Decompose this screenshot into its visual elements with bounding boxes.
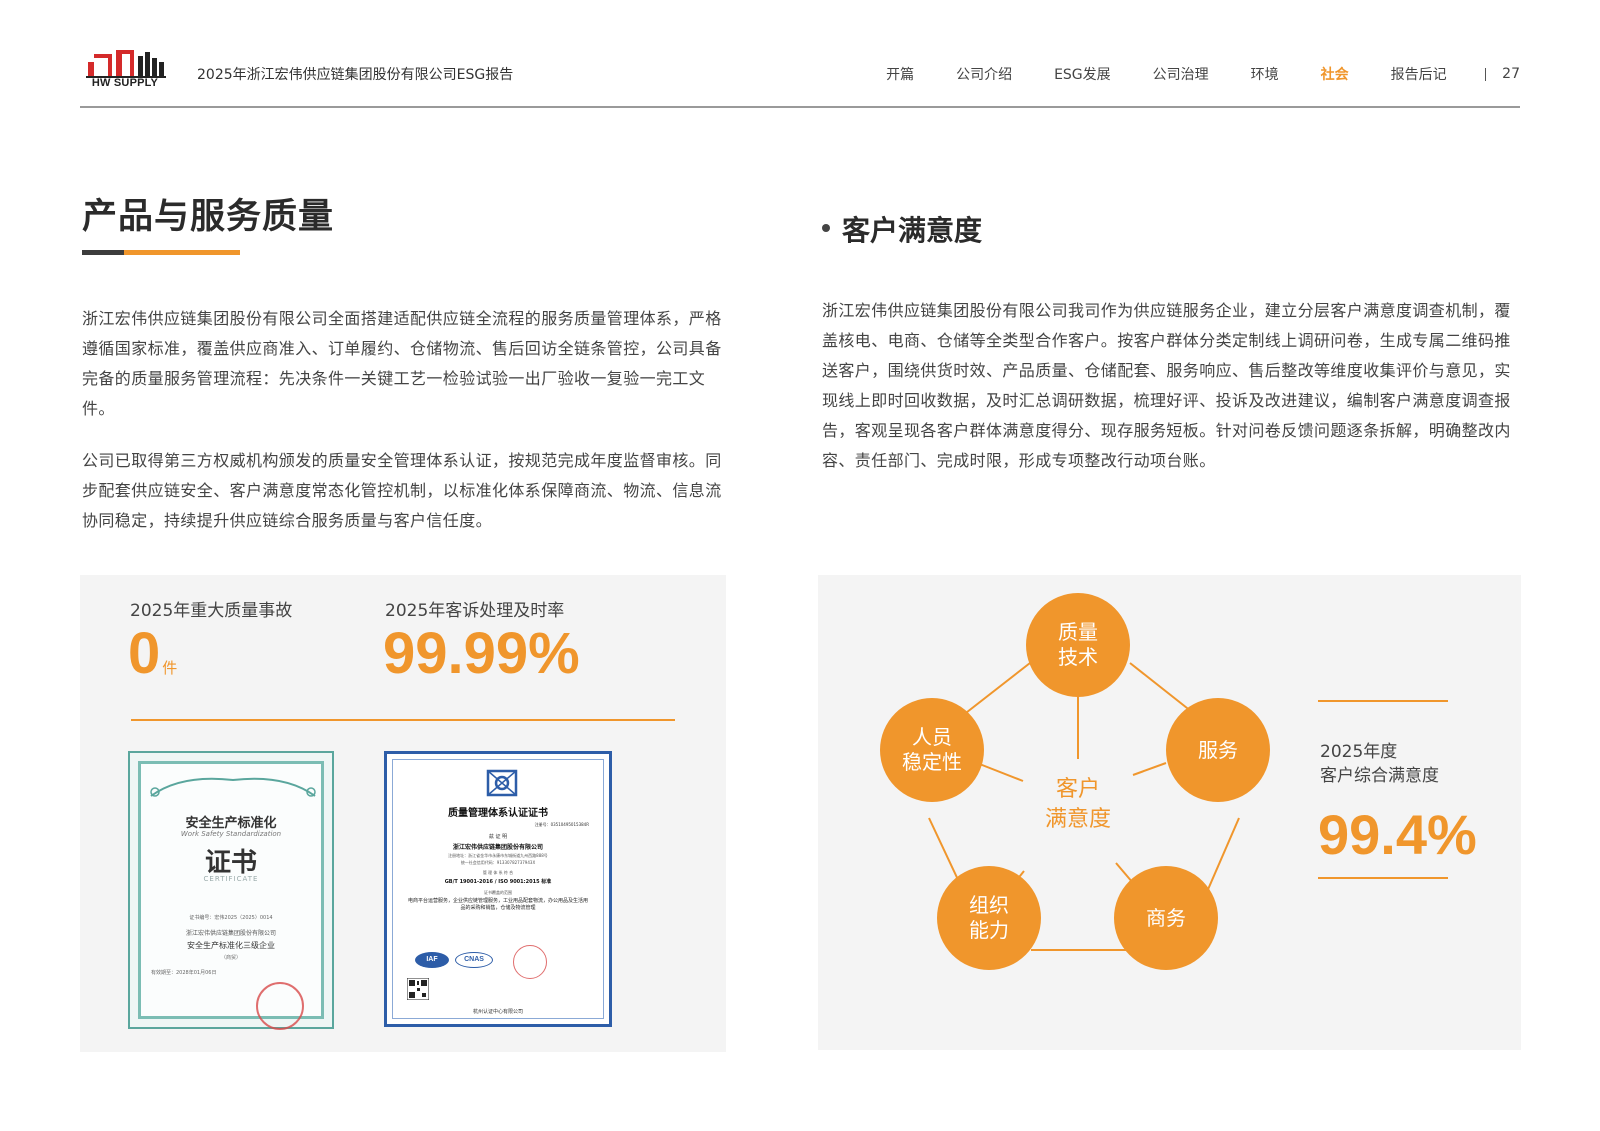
cert-a-ornament-icon bbox=[150, 777, 316, 797]
satisfaction-paragraph: 浙江宏伟供应链集团股份有限公司我司作为供应链服务企业，建立分层客户满意度调查机制… bbox=[822, 301, 1511, 470]
cert-b-scope: 电商平台运营服务，企业供应链管理服务，工业用品配套物流，办公用品及生活用品的采购… bbox=[407, 898, 588, 911]
nav-item-opening[interactable]: 开篇 bbox=[886, 64, 914, 84]
cert-a-scope: （商贸） bbox=[220, 955, 241, 961]
accident-value-group: 0件 bbox=[128, 625, 177, 683]
cert-b-seal-icon bbox=[513, 945, 547, 979]
cert-b-frame: 质量管理体系认证证书 注册号：03510495015384R 兹 证 明 浙江宏… bbox=[392, 759, 604, 1019]
nav-item-governance[interactable]: 公司治理 bbox=[1153, 64, 1209, 84]
cert-a-title: 安全生产标准化 bbox=[185, 816, 277, 831]
cert-b-address: 注册地址：浙江省金华市永康市东城街道九州西路888号 bbox=[448, 853, 548, 858]
satisfaction-rule-bottom bbox=[1318, 877, 1448, 879]
nav-item-afterword[interactable]: 报告后记 bbox=[1391, 64, 1447, 84]
nav-item-company-intro[interactable]: 公司介绍 bbox=[956, 64, 1012, 84]
complaint-value: 99.99% bbox=[383, 621, 580, 686]
quality-paragraph-1: 浙江宏伟供应链集团股份有限公司全面搭建适配供应链全流程的服务质量管理体系，严格遵… bbox=[82, 309, 722, 418]
accident-unit: 件 bbox=[162, 660, 178, 677]
satisfaction-label-year: 2025年度 bbox=[1320, 742, 1398, 762]
node-staff-line2: 稳定性 bbox=[902, 750, 962, 774]
center-label-line2: 满意度 bbox=[1044, 807, 1111, 832]
nav-item-esg-development[interactable]: ESG发展 bbox=[1054, 64, 1111, 84]
cert-a-en: CERTIFICATE bbox=[203, 875, 259, 883]
iaf-badge: IAF bbox=[415, 952, 449, 968]
node-org-line2: 能力 bbox=[969, 918, 1009, 942]
cert-b-company: 浙江宏伟供应链集团股份有限公司 bbox=[452, 844, 543, 851]
logo-text: HW SUPPLY bbox=[91, 77, 159, 89]
cert-b-std-lead: 管 理 体 系 符 合 bbox=[482, 870, 514, 875]
node-staff-stability: 人员 稳定性 bbox=[880, 698, 984, 802]
satisfaction-value: 99.4% bbox=[1318, 803, 1477, 866]
logo-buildings-icon bbox=[86, 50, 166, 78]
nav-divider bbox=[1484, 67, 1487, 81]
satisfaction-rule-top bbox=[1318, 700, 1448, 702]
cert-a-heading: 证书 bbox=[204, 848, 257, 878]
satisfaction-subtitle: 客户满意度 bbox=[842, 214, 983, 247]
cert-b-lead: 兹 证 明 bbox=[488, 834, 508, 840]
node-staff-line1: 人员 bbox=[912, 725, 952, 749]
satisfaction-label-text: 客户综合满意度 bbox=[1320, 766, 1439, 786]
top-nav: 开篇 公司介绍 ESG发展 公司治理 环境 社会 报告后记 27 bbox=[844, 64, 1520, 84]
cert-b-scope-title: 证书覆盖的范围 bbox=[484, 890, 512, 895]
cert-b-title: 质量管理体系认证证书 bbox=[448, 808, 548, 819]
cert-b-credit-code: 统一社会信用代码：91330782737943X bbox=[460, 860, 536, 865]
cert-b-emblem-icon bbox=[486, 769, 518, 797]
cert-b-issuer: 杭州认证中心有限公司 bbox=[472, 1009, 523, 1015]
node-service: 服务 bbox=[1166, 698, 1270, 802]
nav-item-social[interactable]: 社会 bbox=[1321, 64, 1349, 84]
quality-management-certificate: 质量管理体系认证证书 注册号：03510495015384R 兹 证 明 浙江宏… bbox=[384, 751, 612, 1027]
satisfaction-diagram-panel: 质量 技术 服务 商务 组织 能力 人员 稳定性 客户 满意度 2025年度 客户综合… bbox=[818, 575, 1521, 1050]
center-label-line1: 客户 bbox=[1055, 777, 1100, 802]
cnas-badge: CNAS bbox=[455, 952, 493, 968]
node-business: 商务 bbox=[1114, 866, 1218, 970]
cert-a-date: 有效期至：2028年01月06日 bbox=[151, 970, 217, 976]
header-divider bbox=[80, 106, 1520, 108]
node-organizational-capability: 组织 能力 bbox=[937, 866, 1041, 970]
safety-standardization-certificate: 安全生产标准化 Work Safety Standardization 证书 C… bbox=[128, 751, 334, 1030]
quality-paragraph-2: 公司已取得第三方权威机构颁发的质量安全管理体系认证，按规范完成年度监督审核。同步… bbox=[82, 451, 722, 530]
title-underline-dark bbox=[82, 250, 124, 255]
company-logo: HW SUPPLY bbox=[82, 44, 168, 92]
accident-label: 2025年重大质量事故 bbox=[130, 601, 293, 621]
cert-a-company: 浙江宏伟供应链集团股份有限公司 bbox=[185, 930, 276, 937]
complaint-label: 2025年客诉处理及时率 bbox=[385, 601, 565, 621]
cert-b-qr-code-icon bbox=[407, 978, 429, 1000]
node-quality-line1: 质量 bbox=[1058, 620, 1098, 644]
quality-stats-panel: 2025年重大质量事故 0件 2025年客诉处理及时率 99.99% 安全生产标… bbox=[80, 575, 726, 1052]
accident-value: 0 bbox=[128, 621, 161, 686]
node-quality-technology: 质量 技术 bbox=[1026, 593, 1130, 697]
section-title: 产品与服务质量 bbox=[82, 197, 335, 237]
cert-a-frame: 安全生产标准化 Work Safety Standardization 证书 C… bbox=[138, 761, 324, 1030]
cert-b-number: 注册号：03510495015384R bbox=[534, 822, 589, 827]
cert-a-subtitle: Work Safety Standardization bbox=[180, 830, 282, 838]
cert-a-seal-icon bbox=[256, 982, 304, 1030]
diagram-center-label: 客户 满意度 bbox=[1023, 775, 1133, 835]
page-number: 27 bbox=[1502, 66, 1520, 82]
nav-item-environment[interactable]: 环境 bbox=[1251, 64, 1279, 84]
node-business-label: 商务 bbox=[1146, 905, 1186, 930]
subtitle-bullet bbox=[822, 224, 830, 232]
stats-divider bbox=[131, 719, 675, 721]
cert-b-standard: GB/T 19001-2016 / ISO 9001:2015 标准 bbox=[444, 879, 552, 885]
report-title: 2025年浙江宏伟供应链集团股份有限公司ESG报告 bbox=[197, 67, 514, 83]
node-service-label: 服务 bbox=[1198, 737, 1238, 762]
node-org-line1: 组织 bbox=[969, 893, 1009, 917]
cert-a-number: 证书编号：宏伟2025（2025）0014 bbox=[189, 915, 273, 921]
title-underline-accent bbox=[124, 250, 240, 255]
node-quality-line2: 技术 bbox=[1058, 645, 1098, 669]
cert-a-grade: 安全生产标准化三级企业 bbox=[187, 941, 275, 950]
